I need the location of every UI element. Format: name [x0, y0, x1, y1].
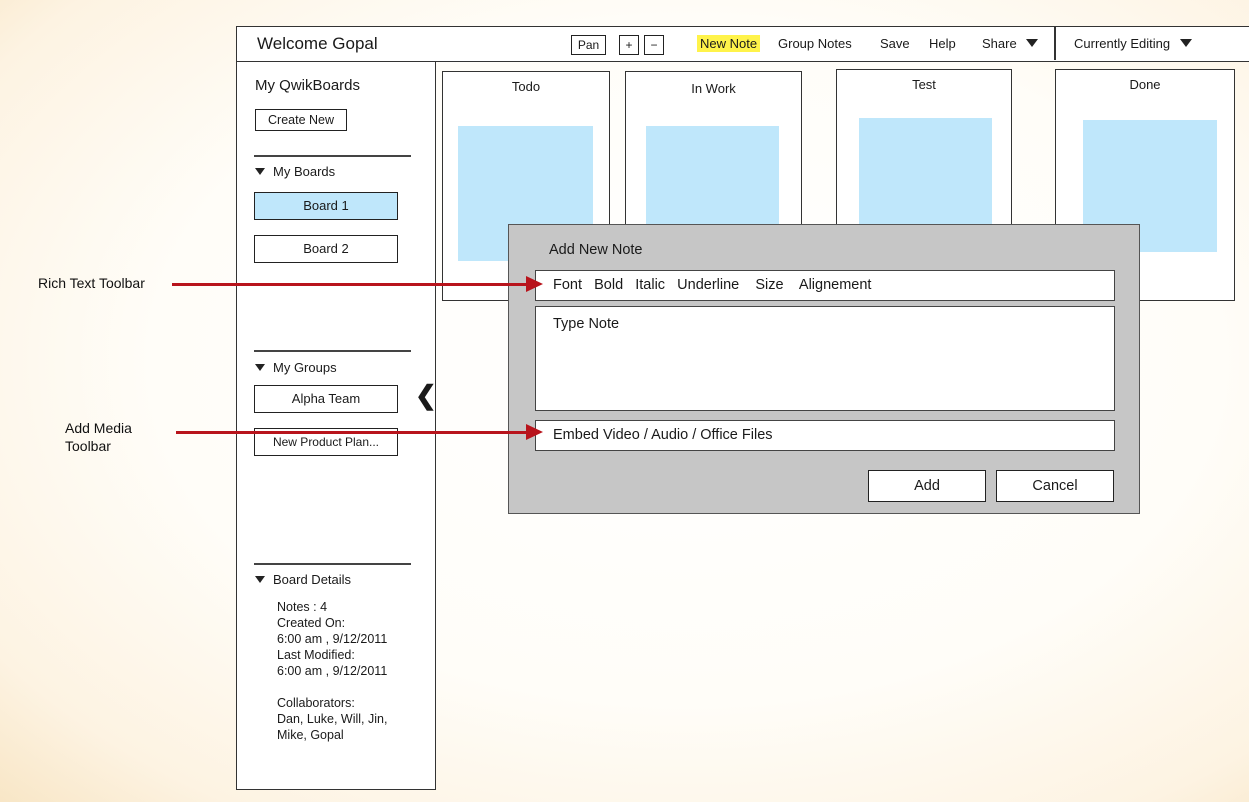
column-title: Test [912, 77, 936, 92]
my-groups-label: My Groups [273, 360, 337, 375]
share-menu[interactable]: Share [982, 36, 1039, 51]
collapse-triangle-icon [255, 364, 265, 371]
collaborators-line-1: Dan, Luke, Will, Jin, [277, 712, 388, 726]
zoom-in-button[interactable]: + [619, 35, 639, 55]
divider [254, 155, 411, 157]
media-annotation: Add Media Toolbar [65, 419, 132, 455]
notes-count: Notes : 4 [277, 600, 328, 614]
divider [254, 563, 411, 565]
share-label: Share [982, 36, 1017, 51]
column-title: In Work [691, 81, 736, 96]
share-dropdown-icon [1026, 39, 1039, 47]
divider [1054, 27, 1056, 60]
board-details-label: Board Details [273, 572, 352, 587]
board-item-1[interactable]: Board 1 [254, 192, 398, 220]
italic-button[interactable]: Italic [635, 277, 665, 293]
sidebar: My QwikBoards Create New My Boards Board… [236, 61, 436, 790]
collaborators-label: Collaborators: [277, 696, 355, 710]
add-note-dialog: Add New Note Font Bold Italic Underline … [508, 224, 1140, 514]
board-details-panel: Notes : 4 Created On: 6:00 am , 9/12/201… [277, 599, 387, 743]
pan-button[interactable]: Pan [571, 35, 606, 55]
collapse-triangle-icon [255, 168, 265, 175]
new-note-button[interactable]: New Note [697, 35, 761, 52]
bold-button[interactable]: Bold [594, 277, 623, 293]
column-title: Done [1129, 77, 1161, 92]
arrow-right-icon [526, 424, 543, 440]
media-toolbar[interactable]: Embed Video / Audio / Office Files [535, 420, 1115, 451]
modified-value: 6:00 am , 9/12/2011 [277, 664, 388, 678]
group-notes-button[interactable]: Group Notes [778, 36, 852, 51]
board-details-toggle[interactable]: Board Details [255, 572, 351, 587]
my-groups-toggle[interactable]: My Groups [255, 360, 337, 375]
collapse-triangle-icon [255, 576, 265, 583]
add-button[interactable]: Add [868, 470, 986, 502]
board-item-2[interactable]: Board 2 [254, 235, 398, 263]
note-placeholder: Type Note [553, 316, 620, 332]
media-annotation-line-1: Add Media [65, 420, 132, 436]
font-button[interactable]: Font [553, 277, 582, 293]
rich-text-toolbar: Font Bold Italic Underline Size Aligneme… [535, 270, 1115, 301]
size-button[interactable]: Size [755, 277, 783, 293]
new-note-label: New Note [697, 35, 761, 52]
cancel-button[interactable]: Cancel [996, 470, 1114, 502]
editing-dropdown-icon [1179, 39, 1192, 47]
my-boards-label: My Boards [273, 164, 336, 179]
annotation-arrow-line [176, 431, 528, 434]
group-item-alpha-team[interactable]: Alpha Team [254, 385, 398, 413]
welcome-text: Welcome Gopal [257, 34, 378, 53]
top-bar: Welcome Gopal Pan + − New Note Group Not… [236, 26, 1249, 62]
save-button[interactable]: Save [880, 36, 910, 51]
zoom-out-button[interactable]: − [644, 35, 664, 55]
collaborators-line-2: Mike, Gopal [277, 728, 344, 742]
currently-editing-label: Currently Editing [1074, 36, 1171, 51]
currently-editing-menu[interactable]: Currently Editing [1074, 36, 1192, 51]
column-title: Todo [511, 79, 541, 94]
embed-media-label: Embed Video / Audio / Office Files [553, 427, 773, 443]
divider [254, 350, 411, 352]
annotation-arrow-line [172, 283, 528, 286]
underline-button[interactable]: Underline [677, 277, 739, 293]
dialog-title: Add New Note [549, 242, 643, 258]
arrow-right-icon [526, 276, 543, 292]
created-value: 6:00 am , 9/12/2011 [277, 632, 388, 646]
rich-text-annotation: Rich Text Toolbar [38, 275, 145, 291]
created-label: Created On: [277, 616, 346, 630]
help-button[interactable]: Help [929, 36, 956, 51]
my-boards-toggle[interactable]: My Boards [255, 164, 335, 179]
sidebar-title: My QwikBoards [255, 77, 361, 94]
collapse-sidebar-icon[interactable]: ❮ [415, 380, 437, 411]
note-text-area[interactable]: Type Note [535, 306, 1115, 411]
create-new-button[interactable]: Create New [255, 109, 347, 131]
alignment-button[interactable]: Alignement [799, 277, 872, 293]
modified-label: Last Modified: [277, 648, 355, 662]
media-annotation-line-2: Toolbar [65, 438, 111, 454]
